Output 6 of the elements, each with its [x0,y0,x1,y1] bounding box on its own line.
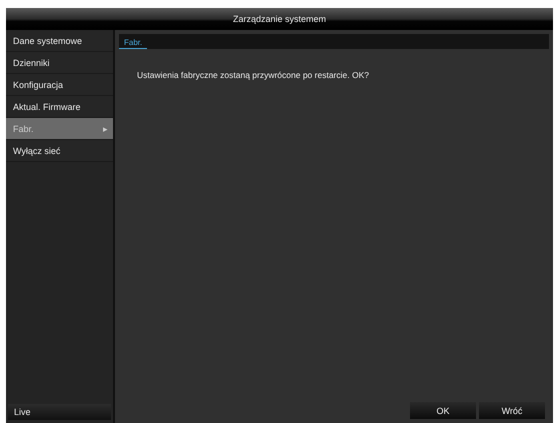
back-button[interactable]: Wróć [479,402,545,419]
tab[interactable]: Fabr. [119,38,148,49]
live-button[interactable]: Live [8,404,111,420]
window-title: Zarządzanie systemem [232,14,326,24]
ok-button[interactable]: OK [410,402,476,419]
message-text: Ustawienia fabryczne zostaną przywrócone po restarcie. OK? [137,70,370,80]
